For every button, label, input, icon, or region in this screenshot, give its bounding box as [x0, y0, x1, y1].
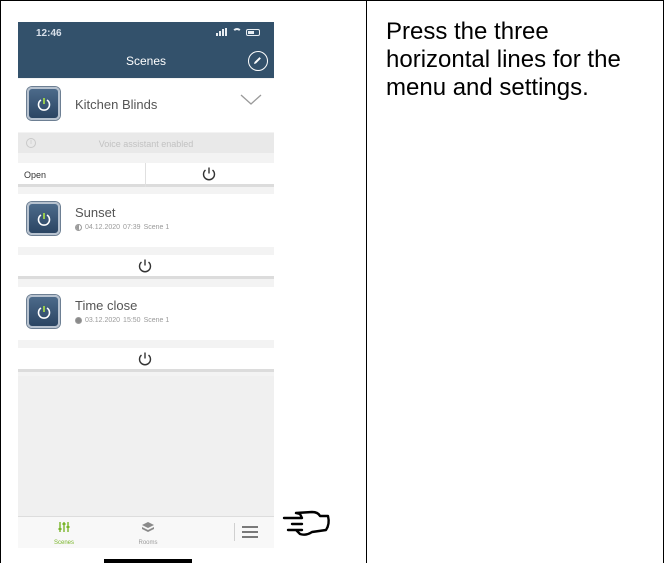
instruction-text: Press the three horizontal lines for the…: [386, 18, 621, 101]
scene-name: Sunset: [75, 205, 116, 220]
pointing-hand-icon: [282, 510, 330, 536]
power-icon[interactable]: [137, 258, 153, 274]
empty-area: [18, 376, 274, 516]
half-circle-icon: [75, 224, 82, 231]
power-icon[interactable]: [27, 202, 60, 235]
page-title: Scenes: [125, 54, 167, 68]
voice-assistant-text: Voice assistant enabled: [98, 139, 194, 149]
scene-actions-time-close: [18, 348, 274, 372]
tab-rooms[interactable]: Rooms: [118, 520, 178, 546]
battery-icon: [246, 28, 260, 36]
phone-screen: 12:46 Scenes Kitchen Blinds i Voice assi…: [18, 22, 274, 548]
scene-name: Time close: [75, 298, 138, 313]
column-divider: [366, 0, 367, 563]
status-icons: [216, 28, 260, 36]
scene-tag: Scene 1: [143, 224, 170, 231]
tab-label: Rooms: [138, 540, 158, 546]
status-time: 12:46: [36, 28, 62, 39]
clock-icon: [75, 317, 82, 324]
signal-icon: [216, 28, 228, 36]
scene-time: 15:50: [123, 317, 141, 324]
action-divider: [145, 163, 146, 187]
scene-actions-kitchen-blinds: Open: [18, 163, 274, 187]
power-icon[interactable]: [27, 295, 60, 328]
power-icon[interactable]: [137, 351, 153, 367]
scene-card-time-close[interactable]: Time close 03.12.2020 15:50 Scene 1: [18, 287, 274, 340]
chevron-down-icon[interactable]: [240, 93, 262, 107]
power-icon[interactable]: [201, 166, 217, 182]
tab-scenes[interactable]: Scenes: [34, 520, 94, 546]
open-button[interactable]: Open: [24, 170, 46, 180]
power-icon[interactable]: [27, 87, 60, 120]
menu-separator: [234, 523, 235, 541]
sliders-icon: [58, 522, 70, 532]
pencil-icon[interactable]: [248, 51, 268, 71]
scene-name: Kitchen Blinds: [75, 97, 158, 112]
scene-time: 07:39: [123, 224, 141, 231]
scene-date: 04.12.2020: [85, 224, 121, 231]
scene-actions-sunset: [18, 255, 274, 279]
rooms-icon: [142, 522, 154, 532]
nav-bar: Scenes: [18, 44, 274, 78]
scene-tag: Scene 1: [143, 317, 170, 324]
voice-assistant-bar: i Voice assistant enabled: [18, 133, 274, 153]
hamburger-menu-icon[interactable]: [242, 526, 258, 538]
scene-card-kitchen-blinds[interactable]: Kitchen Blinds: [18, 79, 274, 132]
home-indicator: [104, 559, 192, 563]
scene-meta: 04.12.2020 07:39 Scene 1: [75, 224, 169, 231]
wifi-icon: [232, 28, 242, 36]
scene-date: 03.12.2020: [85, 317, 121, 324]
scene-meta: 03.12.2020 15:50 Scene 1: [75, 317, 169, 324]
tab-label: Scenes: [53, 540, 74, 546]
scene-card-sunset[interactable]: Sunset 04.12.2020 07:39 Scene 1: [18, 194, 274, 247]
status-bar: 12:46: [18, 22, 274, 44]
tab-bar: Scenes Rooms: [18, 516, 274, 548]
